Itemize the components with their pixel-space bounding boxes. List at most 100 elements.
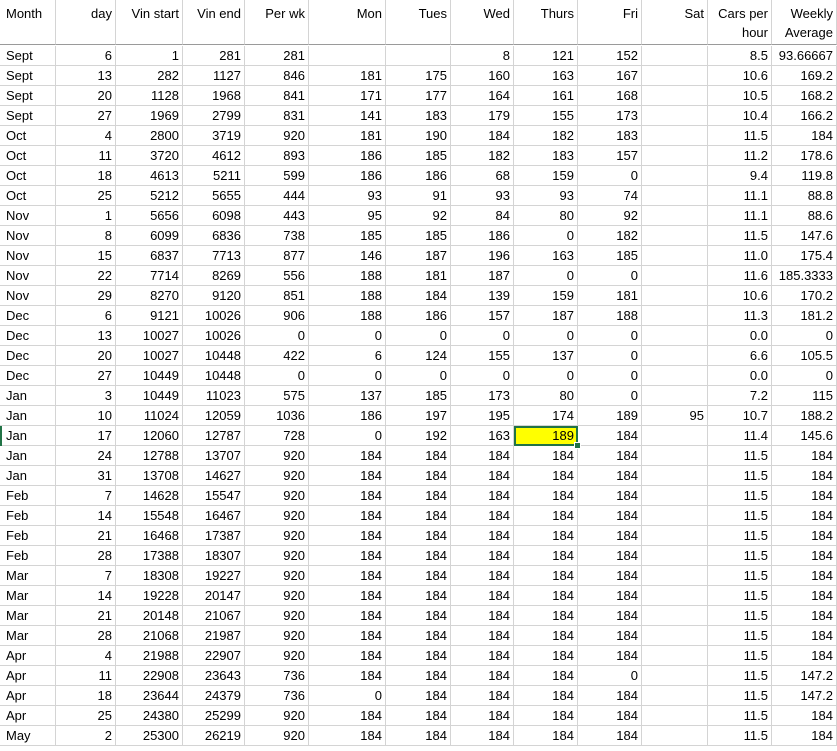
spreadsheet-grid[interactable]: Month day Vin start Vin end Per wk Mon Tues Wed…: [0, 0, 837, 751]
cell-sat[interactable]: [642, 386, 708, 406]
cell-month[interactable]: Mar: [0, 586, 56, 606]
cell-weekly-average[interactable]: 184: [772, 726, 837, 746]
cell-mon[interactable]: 184: [309, 446, 386, 466]
cell-wed[interactable]: 0: [451, 366, 514, 386]
cell-fri[interactable]: 188: [578, 306, 642, 326]
cell-wed[interactable]: 182: [451, 146, 514, 166]
column-header-vin-start[interactable]: Vin start: [116, 0, 183, 45]
cell-month[interactable]: Sept: [0, 66, 56, 86]
cell-day[interactable]: 28: [56, 626, 116, 646]
cell-sat[interactable]: [642, 646, 708, 666]
cell-cars-per-hour[interactable]: 11.5: [708, 566, 772, 586]
cell-wed[interactable]: 184: [451, 546, 514, 566]
cell-fri[interactable]: 0: [578, 666, 642, 686]
cell-thurs[interactable]: 184: [514, 626, 578, 646]
cell-thurs[interactable]: 184: [514, 466, 578, 486]
cell-per-wk[interactable]: 0: [245, 366, 309, 386]
cell-tues[interactable]: 197: [386, 406, 451, 426]
cell-tues[interactable]: 184: [386, 526, 451, 546]
cell-day[interactable]: 28: [56, 546, 116, 566]
cell-day[interactable]: 25: [56, 706, 116, 726]
cell-weekly-average[interactable]: 88.8: [772, 186, 837, 206]
cell-day[interactable]: 7: [56, 566, 116, 586]
cell-wed[interactable]: 184: [451, 486, 514, 506]
column-header-mon[interactable]: Mon: [309, 0, 386, 45]
cell-cars-per-hour[interactable]: 11.5: [708, 526, 772, 546]
cell-tues[interactable]: 190: [386, 126, 451, 146]
cell-thurs[interactable]: 174: [514, 406, 578, 426]
column-header-cars-per-hour[interactable]: Cars per hour: [708, 0, 772, 45]
cell-cars-per-hour[interactable]: 0.0: [708, 366, 772, 386]
cell-fri[interactable]: 184: [578, 526, 642, 546]
cell-per-wk[interactable]: 728: [245, 426, 309, 446]
cell-cars-per-hour[interactable]: 10.6: [708, 286, 772, 306]
cell-thurs[interactable]: 121: [514, 46, 578, 66]
cell-fri[interactable]: 182: [578, 226, 642, 246]
cell-wed[interactable]: 84: [451, 206, 514, 226]
cell-month[interactable]: Sept: [0, 46, 56, 66]
cell-vin-end[interactable]: 12787: [183, 426, 245, 446]
cell-thurs[interactable]: 183: [514, 146, 578, 166]
cell-weekly-average[interactable]: 184: [772, 566, 837, 586]
cell-per-wk[interactable]: 422: [245, 346, 309, 366]
cell-fri[interactable]: 184: [578, 606, 642, 626]
cell-mon[interactable]: 184: [309, 666, 386, 686]
cell-vin-start[interactable]: 21068: [116, 626, 183, 646]
cell-fri[interactable]: 184: [578, 686, 642, 706]
cell-cars-per-hour[interactable]: 11.5: [708, 506, 772, 526]
cell-day[interactable]: 4: [56, 646, 116, 666]
cell-sat[interactable]: [642, 586, 708, 606]
cell-cars-per-hour[interactable]: 11.5: [708, 546, 772, 566]
cell-vin-end[interactable]: 8269: [183, 266, 245, 286]
cell-wed[interactable]: 184: [451, 646, 514, 666]
cell-mon[interactable]: 6: [309, 346, 386, 366]
cell-vin-start[interactable]: 4613: [116, 166, 183, 186]
cell-per-wk[interactable]: 920: [245, 626, 309, 646]
cell-day[interactable]: 14: [56, 506, 116, 526]
cell-vin-start[interactable]: 18308: [116, 566, 183, 586]
cell-tues[interactable]: 186: [386, 166, 451, 186]
cell-vin-start[interactable]: 24380: [116, 706, 183, 726]
cell-wed[interactable]: 139: [451, 286, 514, 306]
cell-wed[interactable]: 184: [451, 566, 514, 586]
cell-wed[interactable]: 184: [451, 606, 514, 626]
cell-mon[interactable]: 184: [309, 606, 386, 626]
cell-day[interactable]: 22: [56, 266, 116, 286]
cell-month[interactable]: Dec: [0, 366, 56, 386]
cell-weekly-average[interactable]: 147.6: [772, 226, 837, 246]
cell-cars-per-hour[interactable]: 11.5: [708, 226, 772, 246]
cell-wed[interactable]: 184: [451, 666, 514, 686]
cell-day[interactable]: 15: [56, 246, 116, 266]
cell-thurs[interactable]: 0: [514, 366, 578, 386]
cell-thurs[interactable]: 184: [514, 566, 578, 586]
cell-cars-per-hour[interactable]: 0.0: [708, 326, 772, 346]
cell-wed[interactable]: 184: [451, 446, 514, 466]
cell-day[interactable]: 27: [56, 106, 116, 126]
cell-sat[interactable]: [642, 466, 708, 486]
cell-weekly-average[interactable]: 184: [772, 446, 837, 466]
cell-tues[interactable]: 184: [386, 546, 451, 566]
cell-fri[interactable]: 184: [578, 466, 642, 486]
cell-cars-per-hour[interactable]: 11.5: [708, 466, 772, 486]
cell-cars-per-hour[interactable]: 8.5: [708, 46, 772, 66]
cell-weekly-average[interactable]: 170.2: [772, 286, 837, 306]
cell-vin-end[interactable]: 4612: [183, 146, 245, 166]
cell-tues[interactable]: 184: [386, 446, 451, 466]
cell-vin-end[interactable]: 19227: [183, 566, 245, 586]
cell-month[interactable]: Nov: [0, 226, 56, 246]
cell-fri[interactable]: 0: [578, 266, 642, 286]
cell-tues[interactable]: 184: [386, 626, 451, 646]
cell-per-wk[interactable]: 920: [245, 726, 309, 746]
cell-mon[interactable]: 171: [309, 86, 386, 106]
cell-wed[interactable]: 184: [451, 466, 514, 486]
cell-thurs[interactable]: 184: [514, 686, 578, 706]
cell-vin-end[interactable]: 7713: [183, 246, 245, 266]
cell-month[interactable]: Apr: [0, 706, 56, 726]
cell-sat[interactable]: [642, 486, 708, 506]
cell-mon[interactable]: 186: [309, 166, 386, 186]
cell-mon[interactable]: 0: [309, 686, 386, 706]
cell-mon[interactable]: 184: [309, 486, 386, 506]
cell-month[interactable]: Oct: [0, 166, 56, 186]
cell-thurs[interactable]: 184: [514, 706, 578, 726]
cell-per-wk[interactable]: 281: [245, 46, 309, 66]
